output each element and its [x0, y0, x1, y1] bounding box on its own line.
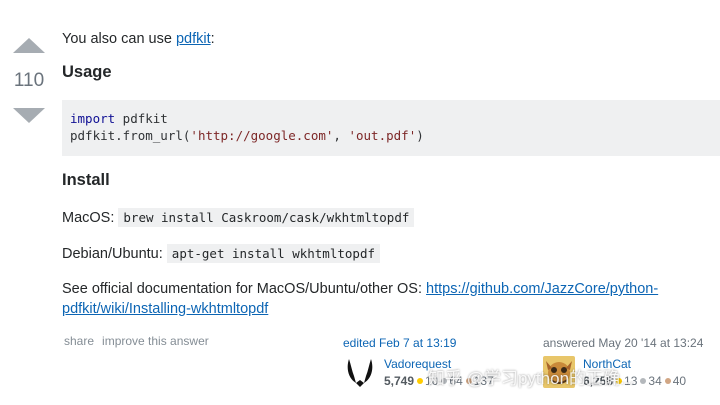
pdfkit-link[interactable]: pdfkit — [176, 31, 211, 47]
intro-text: You also can use — [62, 31, 176, 47]
editor-avatar-image — [344, 356, 376, 388]
editor-avatar[interactable] — [344, 356, 376, 388]
code-keyword: import — [70, 111, 116, 126]
improve-answer-link[interactable]: improve this answer — [102, 334, 209, 348]
docs-link-line2: pdfkit/wiki/Installing-wkhtmltopdf — [62, 301, 269, 317]
gold-badge-icon — [417, 378, 424, 384]
code-text: , — [333, 128, 349, 143]
debian-command: apt-get install wkhtmltopdf — [166, 244, 380, 263]
silver-badge-icon — [640, 378, 647, 384]
docs-link-line1: https://github.com/JazzCore/python- — [426, 281, 659, 297]
bronze-badge-icon — [664, 378, 671, 384]
code-text: ) — [416, 128, 424, 143]
install-heading: Install — [62, 171, 110, 189]
docs-paragraph: See official documentation for MacOS/Ubu… — [62, 279, 712, 319]
macos-command: brew install Caskroom/cask/wkhtmltopdf — [118, 208, 415, 227]
answerer-bronze-count: 40 — [672, 374, 687, 388]
usage-code-block: import pdfkit pdfkit.from_url('http://go… — [62, 100, 720, 156]
downvote-button[interactable] — [13, 108, 45, 123]
intro-suffix: : — [210, 31, 215, 47]
answer-page: { "vote": { "count": "110" }, "intro": {… — [0, 0, 720, 405]
code-text: pdfkit — [115, 111, 168, 126]
share-link[interactable]: share — [64, 334, 94, 348]
code-string: 'http://google.com' — [190, 128, 334, 143]
intro-paragraph: You also can use pdfkit: — [62, 29, 215, 49]
code-line-2: pdfkit.from_url('http://google.com', 'ou… — [70, 127, 712, 144]
edited-timestamp-link[interactable]: edited Feb 7 at 13:19 — [343, 336, 456, 350]
answerer-silver-count: 34 — [648, 374, 662, 388]
docs-text: See official documentation for MacOS/Ubu… — [62, 281, 427, 297]
debian-label: Debian/Ubuntu: — [62, 246, 163, 262]
code-line-1: import pdfkit — [70, 110, 712, 127]
upvote-button[interactable] — [13, 38, 45, 53]
usage-heading: Usage — [62, 63, 112, 81]
post-menu: share improve this answer — [64, 334, 217, 348]
code-string: 'out.pdf' — [348, 128, 417, 143]
editor-rep-score: 5,749 — [384, 374, 415, 388]
code-text: pdfkit.from_url( — [70, 128, 191, 143]
debian-line: Debian/Ubuntu: apt-get install wkhtmltop… — [62, 244, 380, 264]
answered-timestamp[interactable]: answered May 20 '14 at 13:24 — [543, 336, 703, 350]
vote-count: 110 — [13, 70, 45, 91]
macos-line: MacOS: brew install Caskroom/cask/wkhtml… — [62, 208, 415, 228]
macos-label: MacOS: — [62, 210, 115, 226]
zhihu-watermark: 知乎 @学习python的正确... — [428, 369, 635, 388]
